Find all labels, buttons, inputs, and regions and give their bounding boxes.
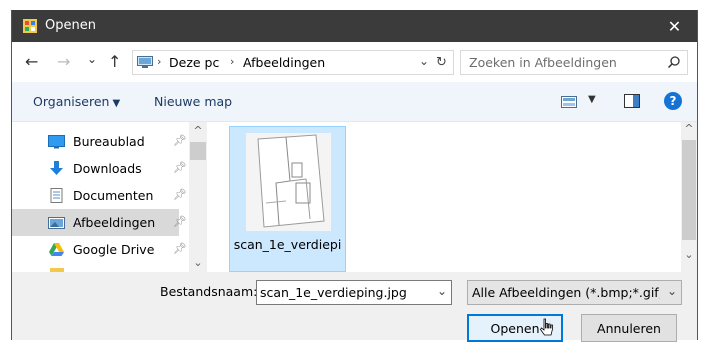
- scroll-down-icon[interactable]: ⌄: [189, 256, 207, 269]
- organize-label: Organiseren: [33, 94, 110, 109]
- desktop-icon: [48, 135, 65, 149]
- back-icon[interactable]: ←: [25, 54, 38, 70]
- view-options-caret-icon[interactable]: ▼: [588, 94, 596, 105]
- file-list: scan_1e_verdiepi: [209, 122, 681, 272]
- file-type-value: Alle Afbeeldingen (*.bmp;*.gif;*.jpg;*.j…: [472, 285, 660, 300]
- cancel-button[interactable]: Annuleren: [581, 314, 677, 342]
- filename-label: Bestandsnaam:: [160, 284, 258, 299]
- scroll-down-icon[interactable]: ⌄: [680, 248, 698, 261]
- navigation-bar: ← → ⌄ ↑ › Deze pc › Afbeeldingen ⌄ ↻ Zoe…: [12, 42, 697, 82]
- search-input[interactable]: Zoeken in Afbeeldingen: [469, 55, 617, 70]
- search-box[interactable]: Zoeken in Afbeeldingen: [460, 50, 688, 75]
- breadcrumb-separator: ›: [230, 55, 235, 68]
- sidebar-item-label: Afbeeldingen: [73, 215, 156, 230]
- sidebar-item-pictures[interactable]: Afbeeldingen 📌︎: [12, 209, 187, 236]
- recent-locations-icon[interactable]: ⌄: [87, 51, 97, 67]
- organize-menu[interactable]: Organiseren ▼: [33, 94, 120, 109]
- filename-field[interactable]: scan_1e_verdieping.jpg ⌄: [256, 280, 452, 305]
- forward-icon[interactable]: →: [57, 54, 70, 70]
- download-icon: [50, 161, 63, 175]
- scrollbar-thumb[interactable]: [682, 140, 696, 240]
- scrollbar-thumb[interactable]: [190, 142, 206, 160]
- dialog-footer: Bestandsnaam: scan_1e_verdieping.jpg ⌄ A…: [12, 272, 697, 342]
- file-list-scrollbar[interactable]: ^ ⌄: [681, 122, 697, 272]
- chevron-down-icon[interactable]: ⌄: [664, 284, 677, 298]
- up-icon[interactable]: ↑: [108, 54, 121, 70]
- pin-icon[interactable]: 📌︎: [173, 188, 187, 201]
- title-bar: Openen ✕: [12, 10, 697, 42]
- preview-pane-icon[interactable]: [624, 94, 640, 108]
- filename-value[interactable]: scan_1e_verdieping.jpg: [260, 285, 407, 300]
- sidebar-item-downloads[interactable]: Downloads 📌︎: [12, 155, 187, 182]
- sidebar-item-label: Downloads: [73, 161, 142, 176]
- sidebar-item-documents[interactable]: Documenten 📌︎: [12, 182, 187, 209]
- chevron-down-icon[interactable]: ⌄: [437, 284, 447, 298]
- new-folder-button[interactable]: Nieuwe map: [154, 94, 232, 109]
- pin-icon[interactable]: 📌︎: [173, 161, 187, 174]
- breadcrumb-separator: ›: [157, 55, 162, 68]
- this-pc-icon: [137, 56, 153, 68]
- sidebar-item-desktop[interactable]: Bureaublad 📌︎: [12, 128, 187, 155]
- scroll-up-icon[interactable]: ^: [680, 122, 698, 135]
- refresh-icon[interactable]: ↻: [436, 55, 447, 70]
- file-item[interactable]: scan_1e_verdiepi: [229, 126, 346, 272]
- file-type-select[interactable]: Alle Afbeeldingen (*.bmp;*.gif;*.jpg;*.j…: [467, 280, 682, 305]
- chevron-down-icon[interactable]: ⌄: [419, 54, 429, 68]
- pin-icon[interactable]: 📌︎: [173, 134, 187, 147]
- pin-icon[interactable]: 📌︎: [173, 215, 187, 228]
- help-icon[interactable]: ?: [664, 92, 682, 110]
- close-icon[interactable]: ✕: [652, 10, 697, 42]
- app-icon: [23, 19, 37, 33]
- window-title: Openen: [45, 18, 96, 33]
- sidebar-item-google-drive[interactable]: Google Drive 📌︎: [12, 236, 187, 263]
- navigation-pane: Bureaublad 📌︎ Downloads 📌︎ Documenten 📌︎: [12, 122, 196, 272]
- search-icon[interactable]: [667, 55, 681, 69]
- sidebar-item-label: Bureaublad: [73, 134, 145, 149]
- breadcrumb-this-pc[interactable]: Deze pc: [169, 55, 219, 70]
- open-file-dialog: Openen ✕ ← → ⌄ ↑ › Deze pc › Afbeeldinge…: [11, 10, 698, 342]
- scroll-up-icon[interactable]: ^: [189, 124, 207, 137]
- pin-icon[interactable]: 📌︎: [173, 242, 187, 255]
- sidebar-item-label: Documenten: [73, 188, 154, 203]
- caret-down-icon: ▼: [112, 98, 121, 109]
- pictures-icon: [48, 217, 65, 229]
- mouse-cursor-icon: [540, 318, 553, 336]
- image-thumbnail: [246, 133, 331, 231]
- change-view-icon[interactable]: [561, 96, 577, 108]
- documents-icon: [50, 188, 63, 203]
- file-name: scan_1e_verdiepi: [233, 237, 342, 252]
- google-drive-icon: [49, 243, 64, 256]
- command-bar: Organiseren ▼ Nieuwe map ▼ ?: [12, 82, 697, 122]
- address-bar[interactable]: › Deze pc › Afbeeldingen ⌄ ↻: [132, 50, 454, 75]
- navigation-scrollbar[interactable]: ^ ⌄: [189, 122, 207, 272]
- sidebar-item-label: Google Drive: [73, 242, 155, 257]
- breadcrumb-pictures[interactable]: Afbeeldingen: [243, 55, 325, 70]
